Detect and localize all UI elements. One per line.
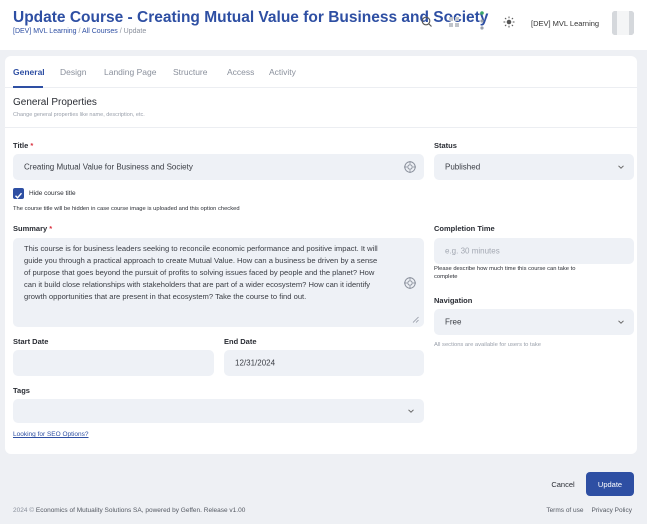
- navigation-select[interactable]: Free: [434, 309, 634, 335]
- tab-design[interactable]: Design: [60, 67, 86, 77]
- course-form-card: General Design Landing Page Structure Ac…: [5, 56, 637, 454]
- end-date-value: 12/31/2024: [235, 358, 276, 368]
- summary-label: Summary *: [13, 224, 53, 233]
- section-title: General Properties: [13, 97, 97, 108]
- chevron-down-icon: [618, 165, 624, 169]
- check-icon: [15, 192, 23, 199]
- hide-title-note: The course title will be hidden in case …: [13, 206, 240, 212]
- end-date-input[interactable]: 12/31/2024: [224, 350, 424, 376]
- tab-structure[interactable]: Structure: [173, 67, 208, 77]
- org-name[interactable]: [DEV] MVL Learning: [531, 19, 599, 28]
- summary-textarea[interactable]: This course is for business leaders seek…: [13, 238, 424, 327]
- ai-assist-icon[interactable]: [403, 160, 417, 174]
- title-value: Creating Mutual Value for Business and S…: [24, 162, 193, 172]
- status-label: Status: [434, 141, 457, 150]
- seo-options-link[interactable]: Looking for SEO Options?: [13, 431, 89, 438]
- active-tab-indicator: [13, 86, 43, 88]
- summary-value: This course is for business leaders seek…: [24, 244, 378, 301]
- ai-assist-icon[interactable]: [403, 276, 417, 290]
- hide-title-label[interactable]: Hide course title: [29, 190, 76, 197]
- tab-general[interactable]: General: [13, 67, 45, 77]
- theme-sun-icon[interactable]: [501, 14, 517, 30]
- cancel-button[interactable]: Cancel: [546, 472, 580, 496]
- privacy-link[interactable]: Privacy Policy: [592, 507, 632, 514]
- avatar[interactable]: [612, 11, 634, 35]
- completion-time-input[interactable]: e.g. 30 minutes: [434, 238, 634, 264]
- start-date-input[interactable]: [13, 350, 214, 376]
- chevron-down-icon: [408, 409, 414, 413]
- footer-links: Terms of use Privacy Policy: [538, 507, 632, 514]
- hide-title-checkbox[interactable]: [13, 188, 24, 199]
- top-bar: Update Course - Creating Mutual Value fo…: [0, 0, 647, 50]
- apps-grid-icon[interactable]: [446, 14, 462, 30]
- navigation-label: Navigation: [434, 296, 473, 305]
- section-subtitle: Change general properties like name, des…: [13, 112, 145, 118]
- completion-time-placeholder: e.g. 30 minutes: [445, 246, 500, 256]
- completion-time-label: Completion Time: [434, 224, 495, 233]
- tab-activity[interactable]: Activity: [269, 67, 296, 77]
- start-date-label: Start Date: [13, 337, 49, 346]
- breadcrumb: [DEV] MVL Learning / All Courses / Updat…: [13, 28, 146, 35]
- page-title: Update Course - Creating Mutual Value fo…: [13, 9, 489, 26]
- tab-access[interactable]: Access: [227, 67, 254, 77]
- footer-copyright: 2024 © Economics of Mutuality Solutions …: [13, 507, 246, 514]
- status-value: Published: [445, 162, 481, 172]
- status-select[interactable]: Published: [434, 154, 634, 180]
- search-icon[interactable]: [419, 14, 435, 30]
- chevron-down-icon: [618, 320, 624, 324]
- tab-landing-page[interactable]: Landing Page: [104, 67, 156, 77]
- title-input[interactable]: Creating Mutual Value for Business and S…: [13, 154, 424, 180]
- tags-label: Tags: [13, 386, 30, 395]
- tags-select[interactable]: [13, 399, 424, 423]
- update-button[interactable]: Update: [586, 472, 634, 496]
- title-label: Title *: [13, 141, 34, 150]
- divider: [5, 127, 637, 128]
- breadcrumb-item-courses[interactable]: All Courses: [82, 28, 118, 35]
- terms-link[interactable]: Terms of use: [546, 507, 583, 514]
- breadcrumb-item-current: Update: [123, 28, 147, 35]
- navigation-value: Free: [445, 317, 462, 327]
- tab-bar: General Design Landing Page Structure Ac…: [5, 56, 637, 88]
- resize-handle-icon[interactable]: [412, 316, 419, 323]
- end-date-label: End Date: [224, 337, 257, 346]
- navigation-help: All sections are available for users to …: [434, 342, 541, 348]
- network-icon[interactable]: [474, 10, 490, 32]
- breadcrumb-item-org[interactable]: [DEV] MVL Learning: [13, 28, 77, 35]
- completion-time-help: Please describe how much time this cours…: [434, 266, 576, 280]
